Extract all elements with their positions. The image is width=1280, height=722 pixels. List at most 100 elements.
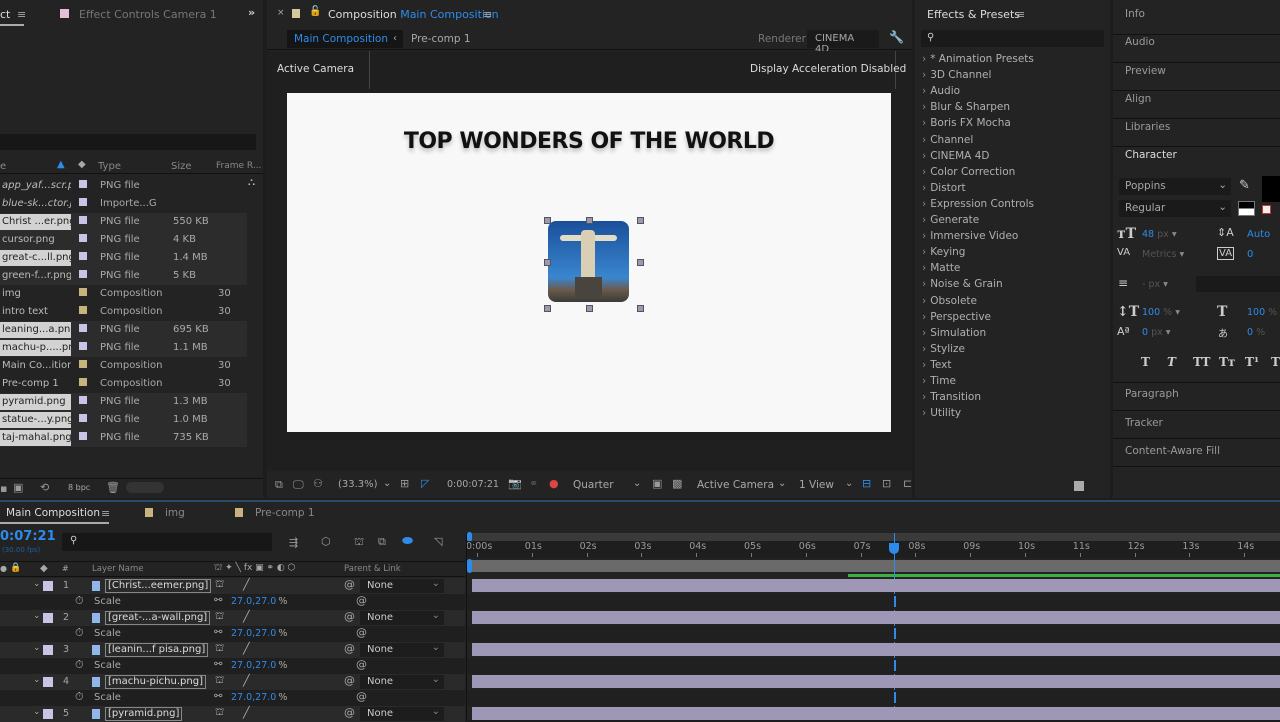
shy-switch-icon[interactable]: ⛫ xyxy=(215,611,224,624)
render-start-handle[interactable] xyxy=(467,559,472,573)
views-dropdown[interactable]: 1 View xyxy=(799,479,834,491)
effects-category[interactable]: › Blur & Sharpen xyxy=(922,101,1010,113)
layer-duration-bar[interactable] xyxy=(472,579,1280,592)
constrain-link-icon[interactable]: ⚯ xyxy=(214,627,222,638)
effects-category[interactable]: › Transition xyxy=(922,391,981,403)
draft-3d-icon[interactable]: ⬡ xyxy=(321,535,331,548)
parent-dropdown[interactable]: None ⌄ xyxy=(360,706,444,721)
project-item[interactable]: green-f...r.png PNG file 5 KB xyxy=(0,267,247,285)
tab-content-aware-fill[interactable]: Content-Aware Fill xyxy=(1125,445,1220,457)
new-comp-icon[interactable]: ▣ xyxy=(13,481,23,494)
camera-view-dropdown[interactable]: Active Camera xyxy=(697,479,774,491)
chevron-down-icon[interactable]: ⌄ xyxy=(33,579,41,589)
layer-row[interactable]: ⌄ 2 [great-...a-wall.png] ⛫ ╱ @ None ⌄ xyxy=(0,610,465,626)
font-family-dropdown[interactable]: Poppins ⌄ xyxy=(1119,178,1231,195)
camera-snapshot-icon[interactable]: 📷 xyxy=(508,477,522,490)
eyedropper-icon[interactable]: ✎ xyxy=(1239,178,1250,193)
tab-libraries[interactable]: Libraries xyxy=(1125,121,1170,133)
col-parent-link[interactable]: Parent & Link xyxy=(344,564,401,574)
scale-value[interactable]: 27.0,27.0 xyxy=(231,628,276,639)
pick-whip-icon[interactable]: @ xyxy=(356,690,367,703)
stopwatch-icon[interactable]: ⏱ xyxy=(75,626,84,640)
transform-handle[interactable] xyxy=(637,259,644,266)
shy-switch-icon[interactable]: ⛫ xyxy=(215,643,224,656)
property-row[interactable]: ⏱ Scale ⚯ 27.0,27.0% @ xyxy=(0,594,465,610)
effects-category[interactable]: › Utility xyxy=(922,407,961,419)
exposure-icon[interactable]: ⊏ xyxy=(903,477,912,490)
tab-project[interactable]: ct xyxy=(0,8,10,21)
project-item[interactable]: statue-...y.png PNG file 1.0 MB xyxy=(0,411,247,429)
label-swatch[interactable] xyxy=(79,252,87,260)
label-swatch[interactable] xyxy=(79,306,87,314)
project-item[interactable]: great-c...ll.png PNG file 1.4 MB xyxy=(0,249,247,267)
new-folder-icon[interactable]: ▪ xyxy=(0,482,7,495)
label-swatch[interactable] xyxy=(43,581,53,591)
effects-category[interactable]: › Boris FX Mocha xyxy=(922,117,1011,129)
text-style-button[interactable]: Tт xyxy=(1219,355,1235,369)
canvas[interactable]: TOP WONDERS OF THE WORLD xyxy=(287,93,891,432)
effects-category[interactable]: › Immersive Video xyxy=(922,230,1018,242)
label-swatch[interactable] xyxy=(79,414,87,422)
composition-mini-flowchart-icon[interactable]: ⇶ xyxy=(289,536,298,549)
effects-category[interactable]: › Expression Controls xyxy=(922,198,1034,210)
tab-audio[interactable]: Audio xyxy=(1125,36,1155,48)
tsume-value[interactable]: 0 % xyxy=(1247,327,1265,338)
project-item[interactable]: Christ ...er.png PNG file 550 KB xyxy=(0,213,247,231)
layer-duration-bar[interactable] xyxy=(472,675,1280,688)
shy-switch-icon[interactable]: ⛫ xyxy=(215,707,224,720)
tab-timeline-2[interactable]: Pre-comp 1 xyxy=(255,507,315,519)
label-swatch[interactable] xyxy=(79,432,87,440)
project-item[interactable]: leaning...a.png PNG file 695 KB xyxy=(0,321,247,339)
fill-color-swatch[interactable] xyxy=(1262,176,1280,202)
project-search-input[interactable] xyxy=(0,134,256,150)
work-area-bar[interactable] xyxy=(470,533,1280,541)
layer-name[interactable]: [leanin...f pisa.png] xyxy=(105,643,209,657)
layer-row[interactable]: ⌄ 1 [Christ...eemer.png] ⛫ ╱ @ None ⌄ xyxy=(0,578,465,594)
character-title[interactable]: Character xyxy=(1125,149,1177,161)
transform-handle[interactable] xyxy=(544,217,551,224)
pick-whip-icon[interactable]: @ xyxy=(344,642,355,655)
col-frame-rate[interactable]: Frame R... xyxy=(216,161,261,171)
frame-blending-icon[interactable]: ⧉ xyxy=(378,535,386,549)
project-item[interactable]: machu-p.....png PNG file 1.1 MB xyxy=(0,339,247,357)
text-style-button[interactable]: T¹ xyxy=(1245,355,1259,369)
label-swatch[interactable] xyxy=(79,270,87,278)
timeline-timecode[interactable]: 0:07:21 xyxy=(0,529,56,544)
label-swatch[interactable] xyxy=(79,378,87,386)
toggle-pixel-icon[interactable]: ⊟ xyxy=(862,477,871,490)
quality-switch-icon[interactable]: ╱ xyxy=(243,578,250,591)
project-item[interactable]: pyramid.png PNG file 1.3 MB xyxy=(0,393,247,411)
effects-category[interactable]: › Stylize xyxy=(922,343,965,355)
property-value[interactable]: 27.0,27.0% xyxy=(231,596,287,607)
transparency-grid-icon[interactable]: ▩ xyxy=(672,477,682,490)
kerning-value[interactable]: Metrics ▾ xyxy=(1142,249,1184,260)
canvas-title[interactable]: TOP WONDERS OF THE WORLD xyxy=(287,129,891,154)
sort-asc-icon[interactable]: ▲ xyxy=(57,159,65,170)
close-icon[interactable]: × xyxy=(277,8,285,18)
effects-category[interactable]: › Generate xyxy=(922,214,979,226)
mask-icon[interactable]: ⚇ xyxy=(313,477,323,490)
parent-dropdown[interactable]: None ⌄ xyxy=(360,642,444,657)
panel-menu-icon[interactable]: ≡ xyxy=(483,8,492,21)
property-row[interactable]: ⏱ Scale ⚯ 27.0,27.0% @ xyxy=(0,626,465,642)
property-value[interactable]: 27.0,27.0% xyxy=(231,628,287,639)
interpret-footage-icon[interactable]: ⟲ xyxy=(40,481,49,494)
quality-switch-icon[interactable]: ╱ xyxy=(243,610,250,623)
label-swatch[interactable] xyxy=(43,709,53,719)
effects-category[interactable]: › Text xyxy=(922,359,951,371)
breadcrumb-main[interactable]: Main Composition xyxy=(287,30,403,48)
snapshot-icon[interactable]: ⧉ xyxy=(275,478,283,492)
black-white-swatch[interactable] xyxy=(1238,201,1255,216)
effects-category[interactable]: › 3D Channel xyxy=(922,69,991,81)
scale-value[interactable]: 27.0,27.0 xyxy=(231,596,276,607)
tab-timeline-1[interactable]: img xyxy=(165,507,185,519)
effects-category[interactable]: › Distort xyxy=(922,182,966,194)
label-swatch[interactable] xyxy=(79,396,87,404)
pick-whip-icon[interactable]: @ xyxy=(344,578,355,591)
reset-exposure-icon[interactable]: ⊡ xyxy=(882,477,891,490)
transform-handle[interactable] xyxy=(637,217,644,224)
text-style-button[interactable]: T₁ xyxy=(1271,355,1280,369)
parent-dropdown[interactable]: None ⌄ xyxy=(360,610,444,625)
quality-switch-icon[interactable]: ╱ xyxy=(243,674,250,687)
shy-switch-icon[interactable]: ⛫ xyxy=(215,579,224,592)
